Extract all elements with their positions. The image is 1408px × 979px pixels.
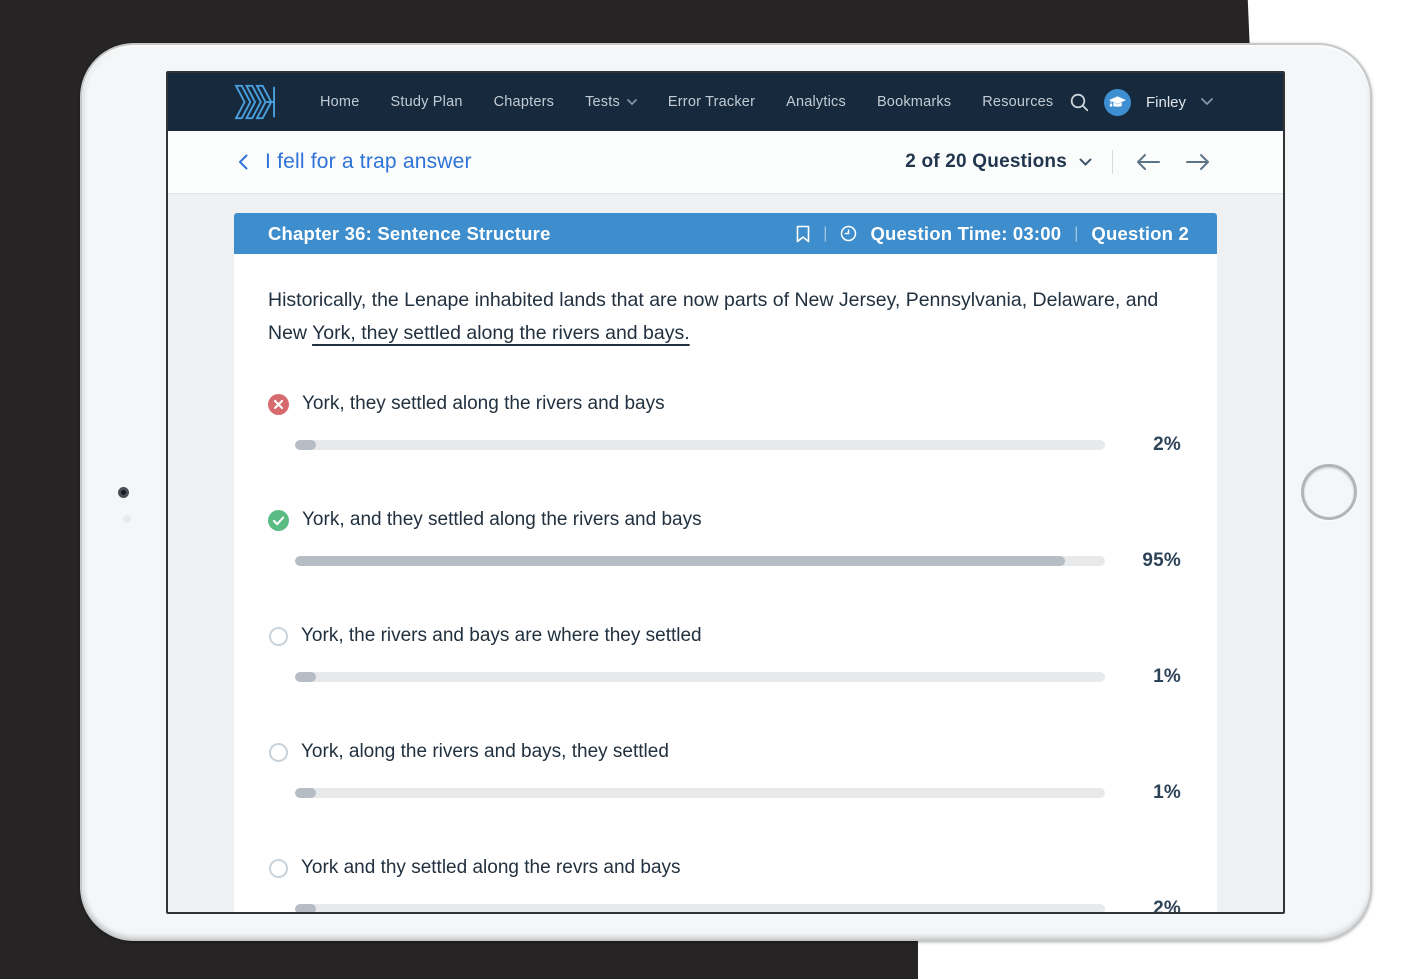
radio-unselected-icon[interactable] xyxy=(269,627,288,646)
answer-option-label: York, they settled along the rivers and … xyxy=(302,393,665,415)
user-avatar[interactable] xyxy=(1104,89,1131,116)
brand-logo-icon[interactable] xyxy=(234,83,278,121)
answer-option-label: York and thy settled along the revrs and… xyxy=(301,857,681,879)
radio-unselected-icon[interactable] xyxy=(269,859,288,878)
main-content: Chapter 36: Sentence Structure | Questio… xyxy=(168,194,1283,912)
percent-bar-fill xyxy=(295,672,316,682)
correct-icon xyxy=(268,510,289,531)
page-title: I fell for a trap answer xyxy=(265,150,472,174)
app-screen: Home Study Plan Chapters Tests Error Tra… xyxy=(166,71,1285,914)
background-mask xyxy=(918,938,1408,979)
nav-item-label: Resources xyxy=(982,94,1053,110)
nav-item-home[interactable]: Home xyxy=(320,94,359,110)
percent-label: 1% xyxy=(1105,666,1181,688)
percent-bar xyxy=(295,788,1105,798)
answer-option-row[interactable]: York, the rivers and bays are where they… xyxy=(268,625,1181,647)
answer-stats-row: 1% xyxy=(295,782,1181,804)
percent-bar-fill xyxy=(295,788,316,798)
nav-item-label: Study Plan xyxy=(390,94,462,110)
answer-option: York and thy settled along the revrs and… xyxy=(268,857,1181,912)
percent-label: 1% xyxy=(1105,782,1181,804)
nav-item-label: Chapters xyxy=(494,94,554,110)
divider: | xyxy=(823,225,827,243)
divider: | xyxy=(1074,225,1078,243)
nav-item-study-plan[interactable]: Study Plan xyxy=(390,94,462,110)
answer-option-row[interactable]: York and thy settled along the revrs and… xyxy=(268,857,1181,879)
answer-option-row[interactable]: York, along the rivers and bays, they se… xyxy=(268,741,1181,763)
question-counter-dropdown[interactable]: 2 of 20 Questions xyxy=(905,151,1092,173)
answer-stats-row: 1% xyxy=(295,666,1181,688)
question-card: Chapter 36: Sentence Structure | Questio… xyxy=(234,213,1217,912)
toolbar: I fell for a trap answer 2 of 20 Questio… xyxy=(168,131,1283,194)
question-timer: Question Time: 03:00 xyxy=(870,223,1061,245)
percent-label: 2% xyxy=(1105,898,1181,912)
bookmark-icon[interactable] xyxy=(796,225,810,243)
chevron-down-icon xyxy=(627,99,637,106)
chevron-down-icon xyxy=(1079,158,1092,167)
percent-bar xyxy=(295,556,1105,566)
chapter-title: Chapter 36: Sentence Structure xyxy=(268,223,551,245)
nav-item-tests[interactable]: Tests xyxy=(585,94,637,110)
answer-stats-row: 95% xyxy=(295,550,1181,572)
tablet-camera xyxy=(118,487,129,498)
chevron-left-icon xyxy=(238,154,248,170)
answer-stats-row: 2% xyxy=(295,898,1181,912)
search-icon[interactable] xyxy=(1070,93,1089,112)
answer-stats-row: 2% xyxy=(295,434,1181,456)
toolbar-right: 2 of 20 Questions xyxy=(905,149,1215,175)
question-stem: Historically, the Lenape inhabited lands… xyxy=(268,284,1181,350)
question-card-body: Historically, the Lenape inhabited lands… xyxy=(234,254,1217,912)
radio-unselected-icon[interactable] xyxy=(269,743,288,762)
percent-label: 95% xyxy=(1105,550,1181,572)
answer-options-list: York, they settled along the rivers and … xyxy=(268,393,1181,912)
percent-bar-fill xyxy=(295,556,1065,566)
nav-item-label: Error Tracker xyxy=(668,94,755,110)
user-name[interactable]: Finley xyxy=(1146,94,1186,111)
back-link[interactable]: I fell for a trap answer xyxy=(238,150,472,174)
answer-option: York, they settled along the rivers and … xyxy=(268,393,1181,456)
nav-item-error-tracker[interactable]: Error Tracker xyxy=(668,94,755,110)
answer-option-row[interactable]: York, and they settled along the rivers … xyxy=(268,509,1181,531)
nav-item-label: Analytics xyxy=(786,94,846,110)
nav-item-resources[interactable]: Resources xyxy=(982,94,1053,110)
percent-bar xyxy=(295,672,1105,682)
graduation-cap-icon xyxy=(1108,94,1127,111)
user-menu-chevron-down-icon[interactable] xyxy=(1201,98,1213,106)
answer-option-label: York, along the rivers and bays, they se… xyxy=(301,741,669,763)
answer-option-row[interactable]: York, they settled along the rivers and … xyxy=(268,393,1181,415)
page-background: Home Study Plan Chapters Tests Error Tra… xyxy=(0,0,1408,979)
stem-underlined-text: York, they settled along the rivers and … xyxy=(312,322,690,344)
nav-item-label: Home xyxy=(320,94,359,110)
navbar-right: Finley xyxy=(1070,89,1213,116)
tablet-frame: Home Study Plan Chapters Tests Error Tra… xyxy=(80,43,1372,941)
percent-bar xyxy=(295,440,1105,450)
percent-bar-fill xyxy=(295,904,316,912)
timer-clock-icon xyxy=(840,225,857,242)
nav-item-chapters[interactable]: Chapters xyxy=(494,94,554,110)
nav-item-analytics[interactable]: Analytics xyxy=(786,94,846,110)
percent-bar-fill xyxy=(295,440,316,450)
answer-option: York, along the rivers and bays, they se… xyxy=(268,741,1181,804)
answer-option: York, and they settled along the rivers … xyxy=(268,509,1181,572)
tablet-sensor-dot xyxy=(123,515,131,523)
nav-item-label: Tests xyxy=(585,94,620,110)
question-card-header-right: | Question Time: 03:00 | Question 2 xyxy=(796,223,1189,245)
answer-option-label: York, and they settled along the rivers … xyxy=(302,509,702,531)
question-card-header: Chapter 36: Sentence Structure | Questio… xyxy=(234,213,1217,254)
percent-label: 2% xyxy=(1105,434,1181,456)
nav-item-bookmarks[interactable]: Bookmarks xyxy=(877,94,951,110)
top-navbar: Home Study Plan Chapters Tests Error Tra… xyxy=(168,73,1283,131)
answer-option: York, the rivers and bays are where they… xyxy=(268,625,1181,688)
previous-question-arrow-icon[interactable] xyxy=(1131,149,1165,175)
question-counter-label: 2 of 20 Questions xyxy=(905,151,1067,173)
nav-item-label: Bookmarks xyxy=(877,94,951,110)
tablet-home-button[interactable] xyxy=(1301,464,1357,520)
question-number: Question 2 xyxy=(1091,223,1189,245)
next-question-arrow-icon[interactable] xyxy=(1181,149,1215,175)
nav-menu: Home Study Plan Chapters Tests Error Tra… xyxy=(320,94,1053,110)
percent-bar xyxy=(295,904,1105,912)
answer-option-label: York, the rivers and bays are where they… xyxy=(301,625,702,647)
divider xyxy=(1112,150,1113,174)
incorrect-icon xyxy=(268,394,289,415)
